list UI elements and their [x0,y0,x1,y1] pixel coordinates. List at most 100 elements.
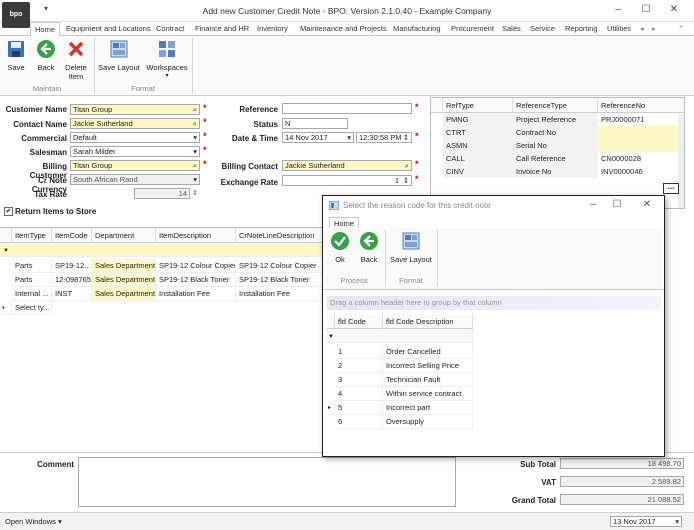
table-cell[interactable]: CTRT [443,126,513,139]
table-cell[interactable]: 12-098765 [52,273,92,287]
tab-home[interactable]: Home [30,22,61,36]
commercial-select[interactable]: Default ▾ [70,132,200,143]
maximize-icon[interactable]: ☐ [636,4,656,15]
table-cell[interactable]: Within service contract [383,387,473,401]
exchange-rate-field[interactable]: 1 ⇕ [282,175,412,186]
filter-row[interactable]: ▼ [0,243,330,257]
chevron-down-icon[interactable]: ▾ [347,133,351,142]
filter-row[interactable]: ▼ [327,329,473,343]
search-icon[interactable]: ⌕ [193,119,197,128]
table-cell[interactable]: Oversupply [383,415,473,429]
tab-manufacturing[interactable]: Manufacturing [393,24,441,33]
save-button[interactable]: Save [4,39,28,72]
save-layout-button[interactable]: Save Layout [97,39,141,72]
salesman-select[interactable]: Sarah Milder ▾ [70,146,200,157]
reference-input[interactable] [282,103,412,114]
customer-name-field[interactable]: Titan Group ⌕ [70,104,200,115]
spin-icon[interactable]: ⇕ [192,189,198,197]
tab-service[interactable]: Service [530,24,555,33]
dialog-save-layout-button[interactable]: Save Layout [389,231,433,264]
column-header[interactable]: Department [92,228,156,243]
tab-procurement[interactable]: Procurement [451,24,494,33]
table-cell[interactable]: Invoice No [513,165,598,178]
table-cell[interactable]: CALL [443,152,513,165]
close-icon[interactable]: ✕ [637,199,657,210]
billing-contact-field[interactable]: Jackie Sutherland ⌕ [282,160,412,171]
comment-textarea[interactable] [78,457,456,507]
table-cell[interactable]: Sales Department [92,273,156,287]
table-cell[interactable]: SP19-12 Black Toner [236,273,330,287]
ellipsis-button[interactable]: ... [663,183,679,194]
table-cell[interactable]: SP19-12... [52,259,92,273]
table-cell[interactable]: PMNG [443,113,513,126]
table-cell[interactable]: Incorrect part [383,401,473,415]
chevron-down-icon[interactable]: ▾ [193,147,197,156]
billing-customer-field[interactable]: Titan Group ⌕ [70,160,200,171]
table-cell[interactable]: 3 [335,373,383,387]
table-cell[interactable]: CINV [443,165,513,178]
column-header[interactable]: ItemType [12,228,52,243]
table-cell[interactable]: Order Cancelled [383,345,473,359]
date-picker[interactable]: 14 Nov 2017 ▾ [282,132,354,143]
table-cell[interactable]: 4 [335,387,383,401]
table-cell[interactable]: Technician Fault [383,373,473,387]
maximize-icon[interactable]: ☐ [607,199,627,210]
workspaces-button[interactable]: Workspaces ▾ [145,39,189,79]
chevron-down-icon[interactable]: ▾ [193,133,197,142]
search-icon[interactable]: ⌕ [193,105,197,114]
time-picker[interactable]: 12:30:58 PM ⇕ [356,132,412,143]
column-header[interactable]: ItemDescription [156,228,236,243]
column-header[interactable]: ReferenceNo [598,98,684,113]
tab-maintenance-projects[interactable]: Maintenance and Projects [300,24,387,33]
table-cell[interactable]: 5 [335,401,383,415]
table-cell[interactable]: Sales Department [92,259,156,273]
status-date-picker[interactable]: 13 Nov 2017 ▾ [610,516,682,527]
table-cell[interactable]: Sales Department [92,287,156,301]
table-cell[interactable]: Project Reference [513,113,598,126]
tab-contract[interactable]: Contract [156,24,184,33]
table-cell[interactable]: SP19-12 Colour Copier [156,259,236,273]
search-icon[interactable]: ⌕ [405,161,409,170]
ribbon-scroll-left-icon[interactable]: ◂ [640,24,644,33]
column-header[interactable]: ReferenceType [513,98,598,113]
table-cell[interactable]: SP19-12 Colour Copier [236,259,330,273]
table-cell[interactable]: Internal ... [12,287,52,301]
ribbon-scroll-right-icon[interactable]: ▸ [652,24,656,33]
contact-name-field[interactable]: Jackie Sutherland ⌕ [70,118,200,129]
column-header[interactable]: fld Code [335,314,383,329]
table-cell[interactable]: 6 [335,415,383,429]
back-button[interactable]: Back [32,39,60,72]
table-cell[interactable]: ASMN [443,139,513,152]
minimize-icon[interactable]: – [608,4,628,15]
chevron-down-icon[interactable]: ▾ [675,517,679,526]
table-cell[interactable]: Parts [12,259,52,273]
search-icon[interactable]: ⌕ [193,161,197,170]
new-row-cell[interactable]: Select ty... [12,301,52,315]
open-windows-button[interactable]: Open Windows ▾ [5,517,62,526]
column-header[interactable]: RefType [443,98,513,113]
group-by-hint[interactable]: Drag a column header here to group by th… [327,296,661,310]
table-cell[interactable] [598,126,684,139]
column-header[interactable]: fld Code Description [383,314,473,329]
table-cell[interactable] [598,139,684,152]
scrollbar[interactable] [678,114,684,208]
close-icon[interactable]: ✕ [664,4,684,15]
tab-reporting[interactable]: Reporting [565,24,598,33]
tab-utilities[interactable]: Utilities [607,24,631,33]
table-cell[interactable]: 1 [335,345,383,359]
table-cell[interactable]: Contract No [513,126,598,139]
spin-icon[interactable]: ⇕ [403,176,409,185]
tab-inventory[interactable]: Inventory [257,24,288,33]
collapse-ribbon-icon[interactable]: ⌃ [678,24,684,33]
table-cell[interactable]: CN0000028 [598,152,684,165]
dialog-back-button[interactable]: Back [357,231,381,264]
table-cell[interactable]: Parts [12,273,52,287]
table-cell[interactable]: SP19-12 Black Toner [156,273,236,287]
minimize-icon[interactable]: – [583,199,603,210]
column-header[interactable]: ItemCode [52,228,92,243]
ok-button[interactable]: Ok [329,231,351,264]
table-cell[interactable]: Installation Fee [156,287,236,301]
column-header[interactable]: CrNoteLineDescription [236,228,330,243]
table-cell[interactable]: Incorrect Selling Price [383,359,473,373]
tab-finance-hr[interactable]: Finance and HR [195,24,249,33]
